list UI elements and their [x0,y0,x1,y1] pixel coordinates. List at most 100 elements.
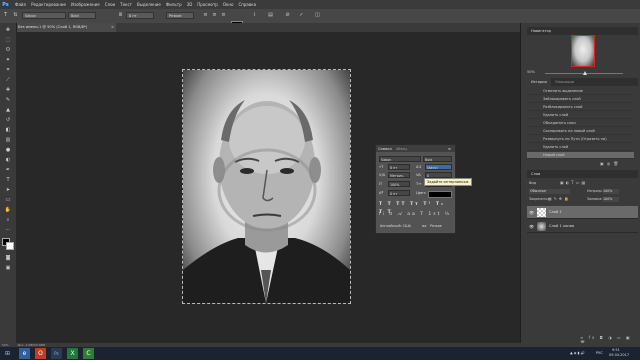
more-tools-icon[interactable]: ⋯ [4,227,12,234]
menu-filter[interactable]: Фильтр [166,2,182,7]
layers-kind-filter[interactable]: Вид [529,181,536,185]
align-center-icon[interactable]: ≡ [211,12,218,19]
history-item[interactable]: Скопировать на новый слой [527,128,634,135]
opentype-buttons[interactable]: fi σ 𝒜 aa T 1st ½ [379,211,452,219]
history-item[interactable]: Удалить слой [527,144,634,151]
warp-text-icon[interactable]: ⌇ [251,12,258,19]
tray-language[interactable]: РУС [596,351,603,355]
stamp-tool-icon[interactable]: ▲ [4,107,12,114]
cancel-icon[interactable]: ⊘ [284,12,291,19]
menu-view[interactable]: Просмотр [197,2,218,7]
history-item-selected[interactable]: Новый слой [527,152,634,159]
layers-filter-icons[interactable]: ▣◐T▭▦ [560,180,587,185]
menu-image[interactable]: Изображение [71,2,100,7]
char-baseline[interactable]: 0 пт [388,190,410,196]
opera-icon[interactable]: O [35,348,46,359]
text-orientation-icon[interactable]: ⇅ [12,12,19,19]
blend-mode-select[interactable]: Обычные [529,189,570,194]
marquee-tool-icon[interactable]: ⬚ [4,37,12,44]
font-family-select[interactable]: Sabon [22,12,66,19]
history-item[interactable]: Развернуть по Пути (Отразить ни) [527,136,634,143]
quick-mask-icon[interactable]: ◙ [4,255,12,262]
menu-file[interactable]: Файл [15,2,26,7]
char-language[interactable]: Английский: США [379,223,419,229]
path-selection-tool-icon[interactable]: ➤ [4,187,12,194]
shape-tool-icon[interactable]: ▭ [4,197,12,204]
history-footer-icons[interactable]: ▣◍🗑 [600,161,621,166]
photoshop-taskbar-icon[interactable]: Ps [51,348,62,359]
pen-tool-icon[interactable]: ✒ [4,167,12,174]
menu-layers[interactable]: Слои [105,2,115,7]
history-item[interactable]: Заблокировать слой [527,96,634,103]
tab-actions[interactable]: Операции [551,78,578,86]
history-item[interactable]: Удалить слой [527,112,634,119]
char-antialias[interactable]: Резкое [429,223,452,229]
navigator-slider-thumb[interactable] [583,71,587,75]
menu-edit[interactable]: Редактирование [31,2,66,7]
ie-icon[interactable]: e [19,348,30,359]
history-item[interactable]: Разблокировать слой [527,104,634,111]
navigator-thumbnail[interactable] [571,35,595,67]
char-font-family[interactable]: Sabon [379,156,421,162]
history-brush-tool-icon[interactable]: ↺ [4,117,12,124]
tray-date[interactable]: 09.04.2017 [609,353,629,357]
tab-layers[interactable]: Слои [527,170,544,178]
eye-icon[interactable]: 👁 [529,210,534,215]
tab-paragraph[interactable]: Абзац [396,146,407,152]
eyedropper-tool-icon[interactable]: ⟋ [4,77,12,84]
blur-tool-icon[interactable]: ● [4,147,12,154]
fill-input[interactable]: 100% [603,197,619,202]
panel-menu-icon[interactable]: ≡ [448,146,451,152]
character-panel-icon[interactable]: ▤ [267,12,274,19]
opacity-input[interactable]: 100% [603,189,619,194]
tab-navigator[interactable]: Навигатор [527,27,555,35]
portrait-image[interactable] [182,69,351,304]
dodge-tool-icon[interactable]: ◐ [4,157,12,164]
excel-icon[interactable]: X [67,348,78,359]
hand-tool-icon[interactable]: ✋ [4,207,12,214]
lock-icons[interactable]: ▦✎✥🔒 [548,196,571,201]
tab-character[interactable]: Символ [378,146,392,152]
layer-name[interactable]: Слой 1 копия [549,220,574,233]
screen-mode-icon[interactable]: ▣ [4,265,12,272]
char-font-style[interactable]: Bold [423,156,452,162]
text-tool-icon[interactable]: T [2,12,9,19]
type-tool-icon[interactable]: T [4,177,12,184]
3d-icon[interactable]: ◫ [314,12,321,19]
align-left-icon[interactable]: ≡ [202,12,209,19]
brush-tool-icon[interactable]: ✎ [4,97,12,104]
menu-text[interactable]: Текст [120,2,132,7]
healing-brush-tool-icon[interactable]: ✚ [4,87,12,94]
layer-name[interactable]: Слой 1 [549,206,562,219]
background-color-swatch[interactable] [6,242,14,250]
menu-3d[interactable]: 3D [187,2,193,7]
tray-time[interactable]: 9:51 [612,348,620,352]
char-leading[interactable]: (Авто) [425,164,452,170]
camtasia-icon[interactable]: C [83,348,94,359]
move-tool-icon[interactable]: ✥ [4,27,12,34]
char-font-size[interactable]: 8 пт [388,164,410,170]
align-right-icon[interactable]: ≡ [220,12,227,19]
menu-window[interactable]: Окно [223,2,234,7]
start-icon[interactable]: ⊞ [2,348,13,359]
lasso-tool-icon[interactable]: ʘ [4,47,12,54]
history-item[interactable]: Объединить слои [527,120,634,127]
faux-style-buttons[interactable]: T T TT Tт T¹ T₁ T T [379,201,452,215]
tray-icons[interactable]: ▲ ◈ ▮ 🔊 [570,351,585,355]
close-icon[interactable]: × [111,23,114,32]
navigator-zoom[interactable]: 50% [527,70,535,74]
zoom-tool-icon[interactable]: ⌕ [4,217,12,224]
font-style-select[interactable]: Bold [68,12,96,19]
gradient-tool-icon[interactable]: ▥ [4,137,12,144]
menu-help[interactable]: Справка [238,2,256,7]
char-kerning[interactable]: Метрич. [388,172,410,178]
commit-icon[interactable]: ✓ [298,12,305,19]
layer-row[interactable]: 👁 Слой 1 [527,206,638,219]
char-scale-vertical[interactable]: 100% [388,181,410,187]
crop-tool-icon[interactable]: ⌗ [4,67,12,74]
char-color-swatch[interactable] [428,191,452,198]
layer-row[interactable]: 👁 Слой 1 копия [527,220,638,233]
eraser-tool-icon[interactable]: ◧ [4,127,12,134]
font-size-select[interactable]: 8 пт [126,12,154,19]
tab-history[interactable]: История [527,78,551,86]
